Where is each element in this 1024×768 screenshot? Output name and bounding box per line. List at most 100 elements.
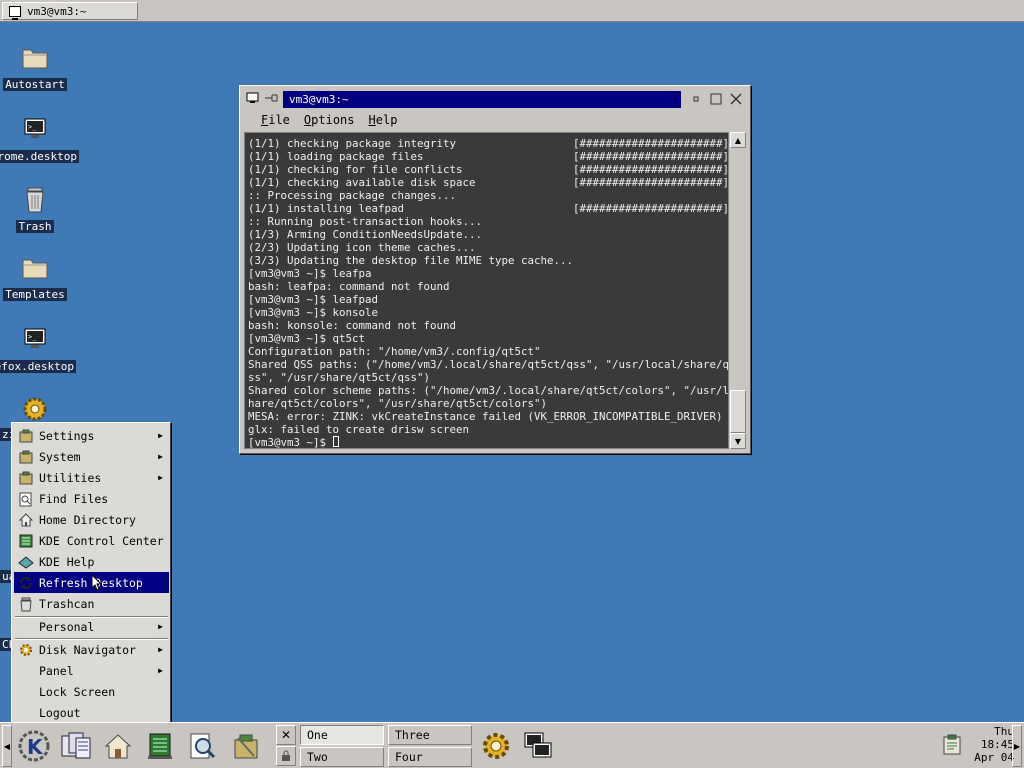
terminal-line: bash: konsole: command not found bbox=[248, 319, 457, 332]
top-taskbar: vm3@vm3:~ bbox=[0, 0, 1024, 22]
svg-text:>_: >_ bbox=[28, 123, 37, 131]
window-menu-icon[interactable] bbox=[246, 92, 260, 107]
kde-panel: ◀ K ✕ One Two Three Four Thu 18:45 Apr 0… bbox=[0, 722, 1024, 768]
menu-item-system[interactable]: System ▶ bbox=[14, 446, 169, 467]
clock-date: Apr 04 bbox=[974, 751, 1014, 764]
window-title: vm3@vm3:~ bbox=[283, 90, 681, 108]
home-directory-icon[interactable] bbox=[98, 727, 138, 765]
scroll-up-button[interactable]: ▲ bbox=[730, 132, 746, 148]
submenu-arrow-icon: ▶ bbox=[158, 666, 163, 675]
close-icon[interactable]: ✕ bbox=[276, 725, 296, 745]
gear-icon bbox=[18, 392, 52, 426]
panel-hide-right-button[interactable]: ▶ bbox=[1012, 725, 1022, 767]
lock-icon[interactable] bbox=[276, 746, 296, 766]
folder-icon bbox=[18, 40, 52, 74]
folder-icon bbox=[18, 250, 52, 284]
close-button[interactable] bbox=[729, 92, 743, 106]
terminal-icon bbox=[9, 5, 21, 20]
submenu-arrow-icon: ▶ bbox=[158, 473, 163, 482]
terminal-line: Configuration path: "/home/vm3/.config/q… bbox=[248, 345, 541, 358]
terminal-line: (1/1) loading package files [###########… bbox=[248, 150, 729, 163]
k-menu: Settings ▶ System ▶ Utilities ▶ Find Files … bbox=[11, 422, 171, 723]
desktop-button-three[interactable]: Three bbox=[388, 725, 472, 745]
menu-help[interactable]: Help bbox=[369, 113, 398, 127]
window-list-icon[interactable] bbox=[56, 727, 96, 765]
terminal-line: [vm3@vm3 ~]$ qt5ct bbox=[248, 332, 366, 345]
menu-item-logout[interactable]: Logout bbox=[14, 702, 169, 723]
find-files-icon[interactable] bbox=[182, 727, 222, 765]
scroll-down-button[interactable]: ▼ bbox=[730, 433, 746, 449]
terminal-line: Shared QSS paths: ("/home/vm3/.local/sha… bbox=[248, 358, 729, 371]
menu-options[interactable]: Options bbox=[304, 113, 355, 127]
control-center-icon bbox=[18, 533, 34, 549]
menu-item-personal[interactable]: Personal ▶ bbox=[14, 616, 169, 637]
terminal-scrollbar[interactable]: ▲ ▼ bbox=[730, 132, 746, 449]
disk-navigator-icon bbox=[18, 642, 34, 658]
menu-item-kde-control-center[interactable]: KDE Control Center bbox=[14, 530, 169, 551]
menu-file[interactable]: File bbox=[261, 113, 290, 127]
desktop-icon-autostart[interactable]: Autostart bbox=[0, 40, 80, 91]
maximize-button[interactable] bbox=[709, 92, 723, 106]
gear-icon[interactable] bbox=[476, 727, 516, 765]
desktop-button-one[interactable]: One bbox=[300, 725, 384, 745]
menu-item-panel[interactable]: Panel ▶ bbox=[14, 660, 169, 681]
terminal-window: vm3@vm3:~ File Options Help (1/1) checki… bbox=[239, 85, 751, 454]
menu-item-disk-navigator[interactable]: Disk Navigator ▶ bbox=[14, 639, 169, 660]
terminal-icon: >_ bbox=[18, 322, 52, 356]
panel-clock[interactable]: Thu 18:45 Apr 04 bbox=[966, 725, 1014, 767]
terminal-line: (1/1) installing leafpad [##############… bbox=[248, 202, 729, 215]
text-cursor bbox=[332, 436, 339, 447]
desktop-icon-trash[interactable]: Trash bbox=[0, 182, 80, 233]
menu-item-settings[interactable]: Settings ▶ bbox=[14, 425, 169, 446]
mouse-pointer-icon bbox=[91, 573, 103, 595]
minimize-button[interactable] bbox=[689, 92, 703, 106]
terminal-prompt: [vm3@vm3 ~]$ bbox=[248, 436, 333, 449]
terminal-line: [vm3@vm3 ~]$ leafpad bbox=[248, 293, 379, 306]
terminal-line: (2/3) Updating icon theme caches... bbox=[248, 241, 476, 254]
menu-item-lock-screen[interactable]: Lock Screen bbox=[14, 681, 169, 702]
svg-text:>_: >_ bbox=[28, 333, 37, 341]
desktop-icon-firefox[interactable]: >_ refox.desktop bbox=[0, 322, 80, 373]
menu-item-kde-help[interactable]: KDE Help bbox=[14, 551, 169, 572]
desktop-button-two[interactable]: Two bbox=[300, 747, 384, 767]
terminal-line: [vm3@vm3 ~]$ leafpa bbox=[248, 267, 372, 280]
panel-hide-left-button[interactable]: ◀ bbox=[2, 725, 12, 767]
svg-text:K: K bbox=[27, 735, 44, 759]
sticky-pin-icon[interactable] bbox=[264, 92, 280, 106]
menu-item-utilities[interactable]: Utilities ▶ bbox=[14, 467, 169, 488]
terminal-prompt-line: [vm3@vm3 ~]$ bbox=[248, 436, 728, 449]
desktop-icon-templates[interactable]: Templates bbox=[0, 250, 80, 301]
taskbar-window-button[interactable]: vm3@vm3:~ bbox=[2, 2, 138, 20]
menu-item-trashcan[interactable]: Trashcan bbox=[14, 593, 169, 614]
terminal-icon[interactable] bbox=[518, 727, 558, 765]
settings-icon bbox=[18, 428, 34, 444]
terminal-line: [vm3@vm3 ~]$ konsole bbox=[248, 306, 379, 319]
home-icon bbox=[18, 512, 34, 528]
desktop-icon-settings[interactable] bbox=[0, 392, 80, 426]
utilities-icon[interactable] bbox=[226, 727, 266, 765]
terminal-line: Shared color scheme paths: ("/home/vm3/.… bbox=[248, 384, 729, 397]
terminal-output[interactable]: (1/1) checking package integrity [######… bbox=[244, 132, 729, 449]
terminal-line: glx: failed to create drisw screen bbox=[248, 423, 470, 436]
klipper-clipboard-icon[interactable] bbox=[940, 733, 964, 757]
submenu-arrow-icon: ▶ bbox=[158, 431, 163, 440]
control-center-icon[interactable] bbox=[140, 727, 180, 765]
terminal-line: hare/qt5ct/colors", "/usr/share/qt5ct/co… bbox=[248, 397, 548, 410]
submenu-arrow-icon: ▶ bbox=[158, 452, 163, 461]
trashcan-icon bbox=[18, 596, 34, 612]
menu-item-home-directory[interactable]: Home Directory bbox=[14, 509, 169, 530]
terminal-line: (3/3) Updating the desktop file MIME typ… bbox=[248, 254, 574, 267]
scroll-thumb[interactable] bbox=[730, 390, 746, 433]
help-icon bbox=[18, 554, 34, 570]
trash-icon bbox=[18, 182, 52, 216]
refresh-icon bbox=[18, 575, 34, 591]
submenu-arrow-icon: ▶ bbox=[158, 622, 163, 631]
utilities-icon bbox=[18, 470, 34, 486]
window-titlebar[interactable]: vm3@vm3:~ bbox=[243, 89, 747, 109]
terminal-line: :: Processing package changes... bbox=[248, 189, 457, 202]
k-menu-button[interactable]: K bbox=[14, 727, 54, 765]
desktop-button-four[interactable]: Four bbox=[388, 747, 472, 767]
desktop-icon-chrome[interactable]: >_ e-chrome.desktop bbox=[0, 112, 80, 163]
menu-item-find-files[interactable]: Find Files bbox=[14, 488, 169, 509]
system-icon bbox=[18, 449, 34, 465]
